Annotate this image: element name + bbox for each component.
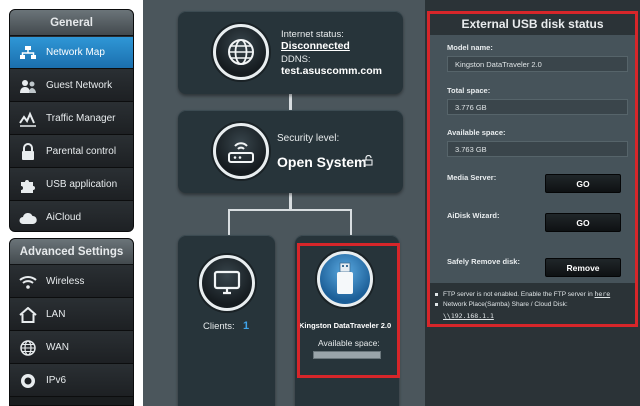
usb-status-panel: External USB disk status Model name: Kin…: [425, 0, 640, 406]
connector-line: [350, 209, 352, 235]
connector-line: [228, 209, 230, 235]
sidebar-item-wireless[interactable]: Wireless: [10, 265, 133, 298]
cloud-icon: [18, 208, 38, 228]
router-security-box[interactable]: Security level: Open System: [178, 110, 403, 193]
home-icon: [18, 305, 38, 325]
globe-icon: [18, 338, 38, 358]
ddns-value: test.asuscomm.com: [281, 65, 382, 77]
sidebar-item-label: Parental control: [46, 146, 117, 157]
lock-icon: [18, 142, 38, 162]
sidebar-item-label: Network Map: [46, 47, 105, 58]
wifi-icon: [18, 272, 38, 292]
unlock-icon: [364, 154, 374, 169]
sidebar-item-label: LAN: [46, 309, 66, 320]
connector-line: [289, 94, 292, 110]
internet-status-box[interactable]: Internet status: Disconnected DDNS: test…: [178, 11, 403, 94]
internet-status-value[interactable]: Disconnected: [281, 40, 350, 52]
sidebar-item-wan[interactable]: WAN: [10, 331, 133, 364]
advanced-menu: Advanced Settings Wireless LAN WAN IPv6: [9, 238, 134, 406]
sidebar-item-label: USB application: [46, 179, 118, 190]
advanced-header: Advanced Settings: [10, 239, 133, 265]
sidebar-item-lan[interactable]: LAN: [10, 298, 133, 331]
sidebar-item-label: Traffic Manager: [46, 113, 116, 124]
connector-line: [228, 209, 352, 211]
sidebar-item-usb-application[interactable]: USB application: [10, 168, 133, 201]
guest-network-icon: [18, 76, 38, 96]
traffic-manager-icon: [18, 109, 38, 129]
security-level-value[interactable]: Open System: [277, 154, 366, 170]
sidebar: General Network Map Guest Network Traffi…: [0, 0, 143, 406]
ipv6-icon: [18, 371, 38, 391]
sidebar-item-ipv6[interactable]: IPv6: [10, 364, 133, 397]
network-map-area: Internet status: Disconnected DDNS: test…: [143, 0, 425, 406]
sidebar-item-network-map[interactable]: Network Map: [10, 36, 133, 69]
puzzle-icon: [18, 175, 38, 195]
clients-label: Clients:: [203, 321, 235, 332]
sidebar-item-label: WAN: [46, 342, 69, 353]
globe-icon: [213, 24, 269, 80]
panel-highlight-frame: [427, 11, 638, 327]
sidebar-item-label: IPv6: [46, 375, 67, 386]
sidebar-item-label: Guest Network: [46, 80, 113, 91]
internet-status-label: Internet status:: [281, 29, 344, 40]
clients-count[interactable]: 1: [243, 320, 249, 332]
clients-box[interactable]: Clients: 1: [178, 235, 275, 406]
general-menu: General Network Map Guest Network Traffi…: [9, 9, 134, 232]
ddns-label: DDNS:: [281, 54, 311, 65]
monitor-icon: [199, 255, 255, 311]
network-map-icon: [18, 43, 38, 63]
sidebar-item-label: Wireless: [46, 276, 85, 287]
sidebar-item-label: AiCloud: [46, 212, 82, 223]
router-icon: [213, 123, 269, 179]
general-header: General: [10, 10, 133, 36]
sidebar-item-traffic-manager[interactable]: Traffic Manager: [10, 102, 133, 135]
sidebar-item-parental-control[interactable]: Parental control: [10, 135, 133, 168]
sidebar-item-guest-network[interactable]: Guest Network: [10, 69, 133, 102]
sidebar-item-aicloud[interactable]: AiCloud: [10, 201, 133, 231]
security-level-label: Security level:: [277, 133, 340, 144]
usb-highlight-frame: [297, 243, 400, 378]
